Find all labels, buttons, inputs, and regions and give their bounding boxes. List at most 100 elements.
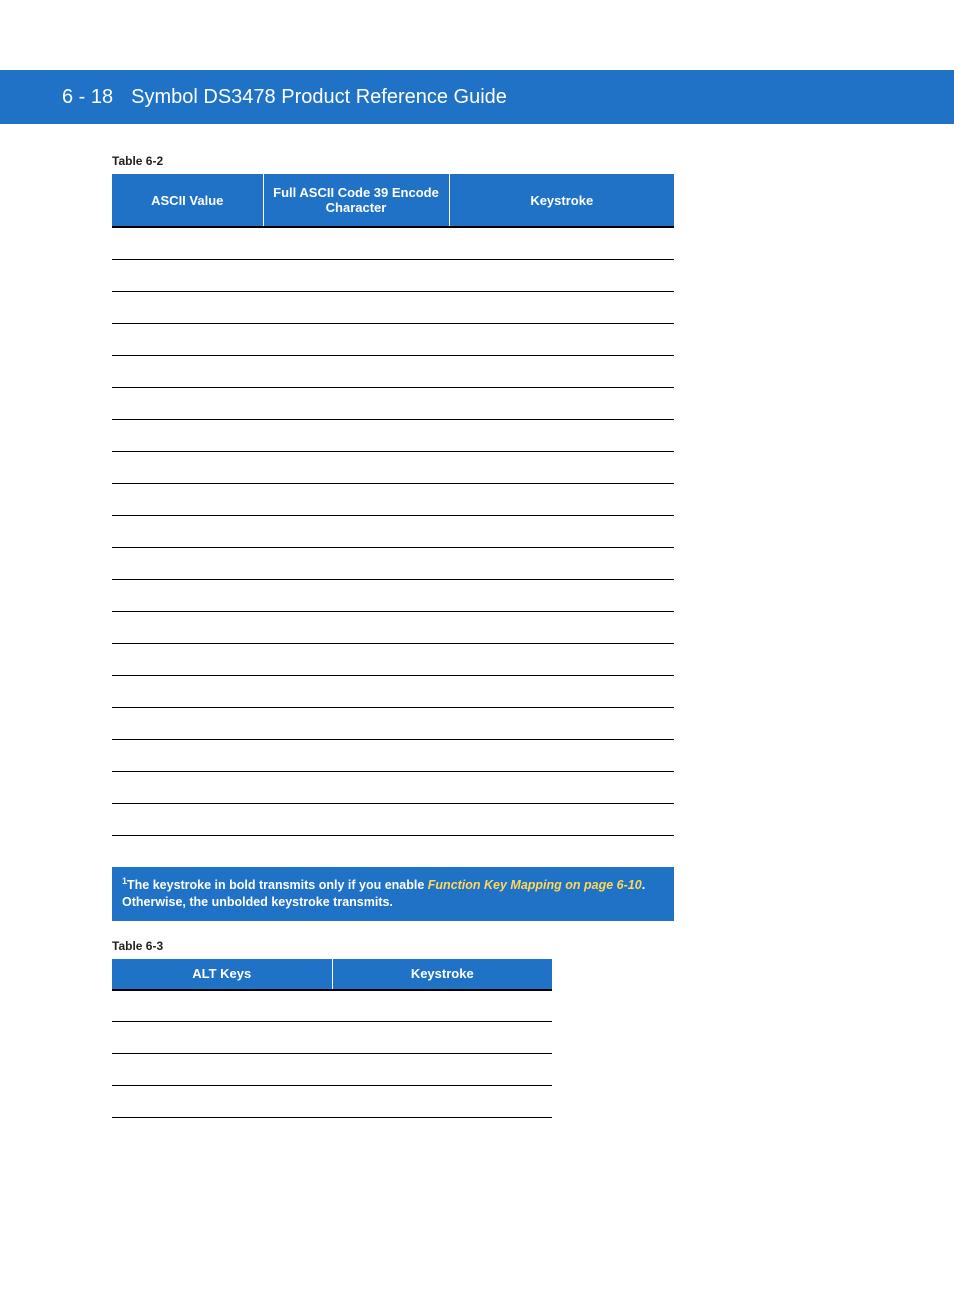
table-cell [263, 707, 449, 739]
table-cell [112, 739, 263, 771]
table-cell [449, 419, 674, 451]
table-cell [112, 990, 332, 1022]
table-cell [112, 387, 263, 419]
page-header: 6 - 18 Symbol DS3478 Product Reference G… [0, 70, 954, 124]
table-2-col-header-alt-keys: ALT Keys [112, 959, 332, 989]
table-row [112, 579, 674, 611]
table-cell [112, 675, 263, 707]
content-area: Table 6-2 ASCII Value Full ASCII Code 39… [0, 124, 680, 1150]
table-cell [449, 707, 674, 739]
table-2-col-header-keystroke: Keystroke [332, 959, 552, 989]
table-cell [449, 771, 674, 803]
table-cell [449, 643, 674, 675]
table-cell [263, 419, 449, 451]
table-cell [112, 323, 263, 355]
table-cell [449, 323, 674, 355]
table-cell [449, 483, 674, 515]
table-cell [112, 419, 263, 451]
table-row [112, 451, 674, 483]
table-cell [449, 291, 674, 323]
table-cell [263, 675, 449, 707]
table-row [112, 419, 674, 451]
table-cell [449, 355, 674, 387]
table-cell [263, 323, 449, 355]
table-cell [449, 515, 674, 547]
table-cell [112, 579, 263, 611]
table-cell [263, 227, 449, 259]
table-cell [112, 1118, 332, 1150]
table-row [112, 259, 674, 291]
table-cell [263, 355, 449, 387]
table-cell [332, 1118, 552, 1150]
table-row [112, 611, 674, 643]
table-row [112, 643, 674, 675]
table-cell [449, 387, 674, 419]
table-row [112, 835, 674, 867]
table-cell [449, 611, 674, 643]
table-cell [449, 803, 674, 835]
table-cell [332, 1054, 552, 1086]
table-cell [263, 547, 449, 579]
table-cell [449, 451, 674, 483]
table-cell [263, 771, 449, 803]
table-cell [112, 803, 263, 835]
table-row [112, 323, 674, 355]
table-cell [449, 547, 674, 579]
table-row [112, 1118, 552, 1150]
table-1-label: Table 6-2 [112, 154, 680, 168]
function-key-mapping-link[interactable]: Function Key Mapping on page 6-10 [428, 878, 642, 892]
table-1-col-header-encode-char: Full ASCII Code 39 Encode Character [263, 174, 449, 226]
table-cell [112, 643, 263, 675]
table-cell [112, 451, 263, 483]
table-row [112, 355, 674, 387]
table-1-col-header-keystroke: Keystroke [449, 174, 674, 226]
table-cell [263, 835, 449, 867]
table-cell [112, 611, 263, 643]
table-cell [112, 355, 263, 387]
table-cell [112, 1086, 332, 1118]
table-row [112, 1022, 552, 1054]
table-cell [263, 483, 449, 515]
table-row [112, 803, 674, 835]
table-row [112, 227, 674, 259]
table-cell [332, 1086, 552, 1118]
table-cell [112, 771, 263, 803]
table-cell [449, 739, 674, 771]
table-1-col-header-ascii-value: ASCII Value [112, 174, 263, 226]
table-cell [112, 515, 263, 547]
table-row [112, 387, 674, 419]
table-row [112, 291, 674, 323]
table-alt-keys: ALT Keys Keystroke [112, 959, 552, 1150]
table-row [112, 675, 674, 707]
table-cell [449, 835, 674, 867]
table-row [112, 771, 674, 803]
table-cell [449, 675, 674, 707]
table-cell [112, 707, 263, 739]
table-row [112, 1086, 552, 1118]
table-cell [112, 483, 263, 515]
table-ascii-values: ASCII Value Full ASCII Code 39 Encode Ch… [112, 174, 674, 921]
table-cell [263, 739, 449, 771]
table-row [112, 707, 674, 739]
table-row [112, 483, 674, 515]
table-cell [263, 291, 449, 323]
table-cell [112, 547, 263, 579]
table-cell [112, 291, 263, 323]
table-cell [263, 515, 449, 547]
table-cell [332, 990, 552, 1022]
page-title: Symbol DS3478 Product Reference Guide [131, 86, 507, 109]
table-cell [112, 1022, 332, 1054]
table-cell [112, 259, 263, 291]
page-number: 6 - 18 [62, 86, 113, 109]
table-cell [263, 643, 449, 675]
table-1-footnote: 1The keystroke in bold transmits only if… [112, 867, 674, 921]
table-row [112, 739, 674, 771]
table-cell [332, 1022, 552, 1054]
table-row [112, 1054, 552, 1086]
table-row [112, 547, 674, 579]
table-cell [112, 1054, 332, 1086]
table-cell [449, 579, 674, 611]
table-cell [263, 579, 449, 611]
table-cell [263, 803, 449, 835]
table-cell [263, 611, 449, 643]
